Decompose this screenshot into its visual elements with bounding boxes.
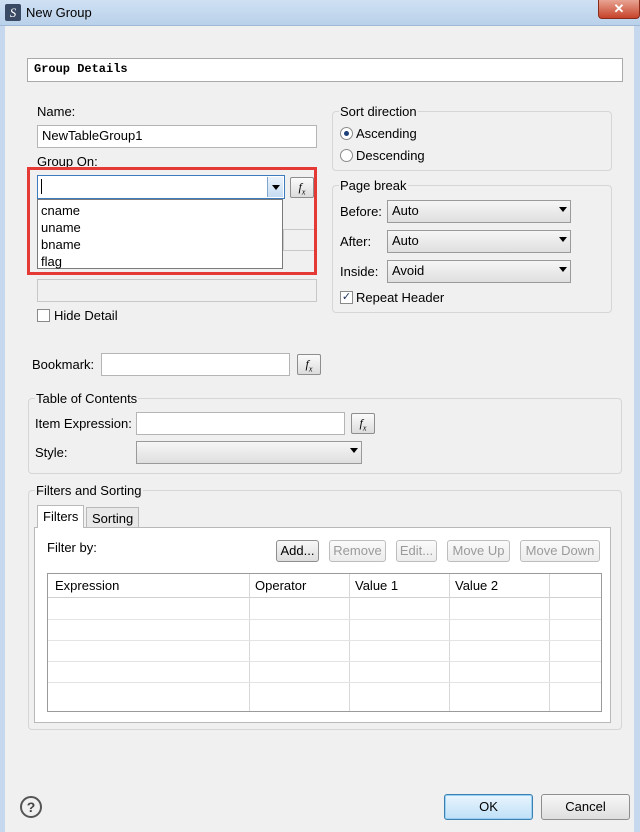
column-divider	[449, 574, 450, 711]
tab-filters[interactable]: Filters	[37, 505, 85, 528]
ascending-label: Ascending	[356, 126, 417, 141]
toc-title: Table of Contents	[35, 391, 139, 406]
page-break-title: Page break	[339, 178, 408, 193]
tab-sorting[interactable]: Sorting	[86, 507, 140, 528]
descending-label: Descending	[356, 148, 425, 163]
before-select[interactable]: Auto	[387, 200, 571, 223]
column-header-operator[interactable]: Operator	[255, 578, 306, 593]
section-header: Group Details	[27, 58, 623, 82]
bookmark-label: Bookmark:	[32, 357, 95, 372]
style-label: Style:	[35, 445, 68, 460]
disabled-field	[37, 279, 317, 302]
filter-by-label: Filter by:	[47, 540, 97, 555]
column-header-expression[interactable]: Expression	[55, 578, 119, 593]
name-label: Name:	[37, 104, 76, 119]
chevron-down-icon	[350, 448, 358, 453]
close-icon[interactable]: ✕	[598, 0, 640, 19]
table-header: Expression Operator Value 1 Value 2	[48, 574, 601, 598]
highlight-box	[27, 167, 317, 275]
ascending-radio[interactable]	[340, 127, 353, 140]
filters-table: Expression Operator Value 1 Value 2	[47, 573, 602, 712]
row-divider	[48, 619, 601, 620]
row-divider	[48, 682, 601, 683]
move-down-button[interactable]: Move Down	[520, 540, 600, 562]
inside-select[interactable]: Avoid	[387, 260, 571, 283]
chevron-down-icon	[559, 237, 567, 242]
column-divider	[349, 574, 350, 711]
move-up-button[interactable]: Move Up	[447, 540, 510, 562]
item-expression-input[interactable]	[136, 412, 345, 435]
style-select[interactable]	[136, 441, 362, 464]
inside-value: Avoid	[392, 263, 425, 278]
ok-button[interactable]: OK	[444, 794, 533, 820]
repeat-header-label: Repeat Header	[356, 290, 445, 305]
chevron-down-icon	[559, 207, 567, 212]
add-button[interactable]: Add...	[276, 540, 319, 562]
before-value: Auto	[392, 203, 419, 218]
hide-detail-checkbox[interactable]	[37, 309, 50, 322]
column-divider	[549, 574, 550, 711]
fx-icon[interactable]: fx	[351, 413, 375, 434]
repeat-header-checkbox[interactable]: ✓	[340, 291, 353, 304]
hide-detail-label: Hide Detail	[54, 308, 118, 323]
descending-radio[interactable]	[340, 149, 353, 162]
inside-label: Inside:	[340, 264, 379, 279]
edit-button[interactable]: Edit...	[396, 540, 437, 562]
after-value: Auto	[392, 233, 419, 248]
filters-sorting-title: Filters and Sorting	[35, 483, 143, 498]
fx-icon[interactable]: fx	[297, 354, 321, 375]
name-input[interactable]: NewTableGroup1	[37, 125, 317, 148]
window-title: New Group	[26, 5, 92, 20]
row-divider	[48, 640, 601, 641]
window-frame-right	[634, 26, 640, 832]
bookmark-input[interactable]	[101, 353, 290, 376]
column-divider	[249, 574, 250, 711]
row-divider	[48, 661, 601, 662]
help-icon[interactable]: ?	[20, 796, 42, 818]
column-header-value2[interactable]: Value 2	[455, 578, 498, 593]
after-select[interactable]: Auto	[387, 230, 571, 253]
cancel-button[interactable]: Cancel	[541, 794, 630, 820]
title-bar	[0, 0, 640, 26]
chevron-down-icon	[559, 267, 567, 272]
before-label: Before:	[340, 204, 382, 219]
app-icon: S	[5, 4, 21, 21]
after-label: After:	[340, 234, 372, 249]
item-expression-label: Item Expression:	[35, 416, 132, 431]
column-header-value1[interactable]: Value 1	[355, 578, 398, 593]
remove-button[interactable]: Remove	[329, 540, 386, 562]
sort-direction-title: Sort direction	[339, 104, 418, 119]
